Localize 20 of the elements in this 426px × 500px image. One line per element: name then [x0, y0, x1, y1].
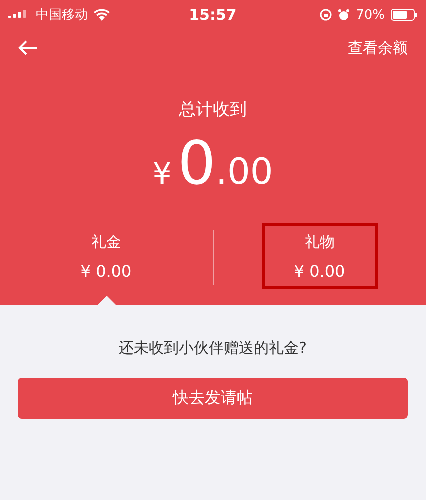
tab-amount: ¥ 0.00 — [80, 262, 132, 281]
wifi-icon — [94, 9, 110, 21]
rotation-lock-icon — [320, 9, 332, 21]
selection-pointer — [98, 296, 116, 305]
battery-icon — [391, 9, 418, 21]
clock-time: 15:57 — [189, 6, 237, 24]
total-amount: ¥0.00 — [152, 129, 274, 199]
tab-amount: ¥ 0.00 — [294, 262, 346, 281]
total-label: 总计收到 — [178, 99, 248, 121]
send-invitation-button[interactable]: 快去发请帖 — [18, 378, 408, 419]
empty-message: 还未收到小伙伴赠送的礼金? — [118, 339, 308, 358]
battery-percent: 70% — [356, 8, 385, 22]
carrier-name: 中国移动 — [36, 7, 88, 24]
tab-label: 礼金 — [91, 233, 122, 252]
alarm-icon — [338, 9, 350, 21]
tab-label: 礼物 — [304, 233, 335, 252]
amount-tab[interactable]: 礼金 ¥ 0.00 — [0, 227, 212, 287]
back-arrow-icon[interactable] — [18, 40, 38, 56]
amount-tab[interactable]: 礼物 ¥ 0.00 — [214, 227, 426, 287]
view-balance-link[interactable]: 查看余额 — [348, 38, 408, 58]
